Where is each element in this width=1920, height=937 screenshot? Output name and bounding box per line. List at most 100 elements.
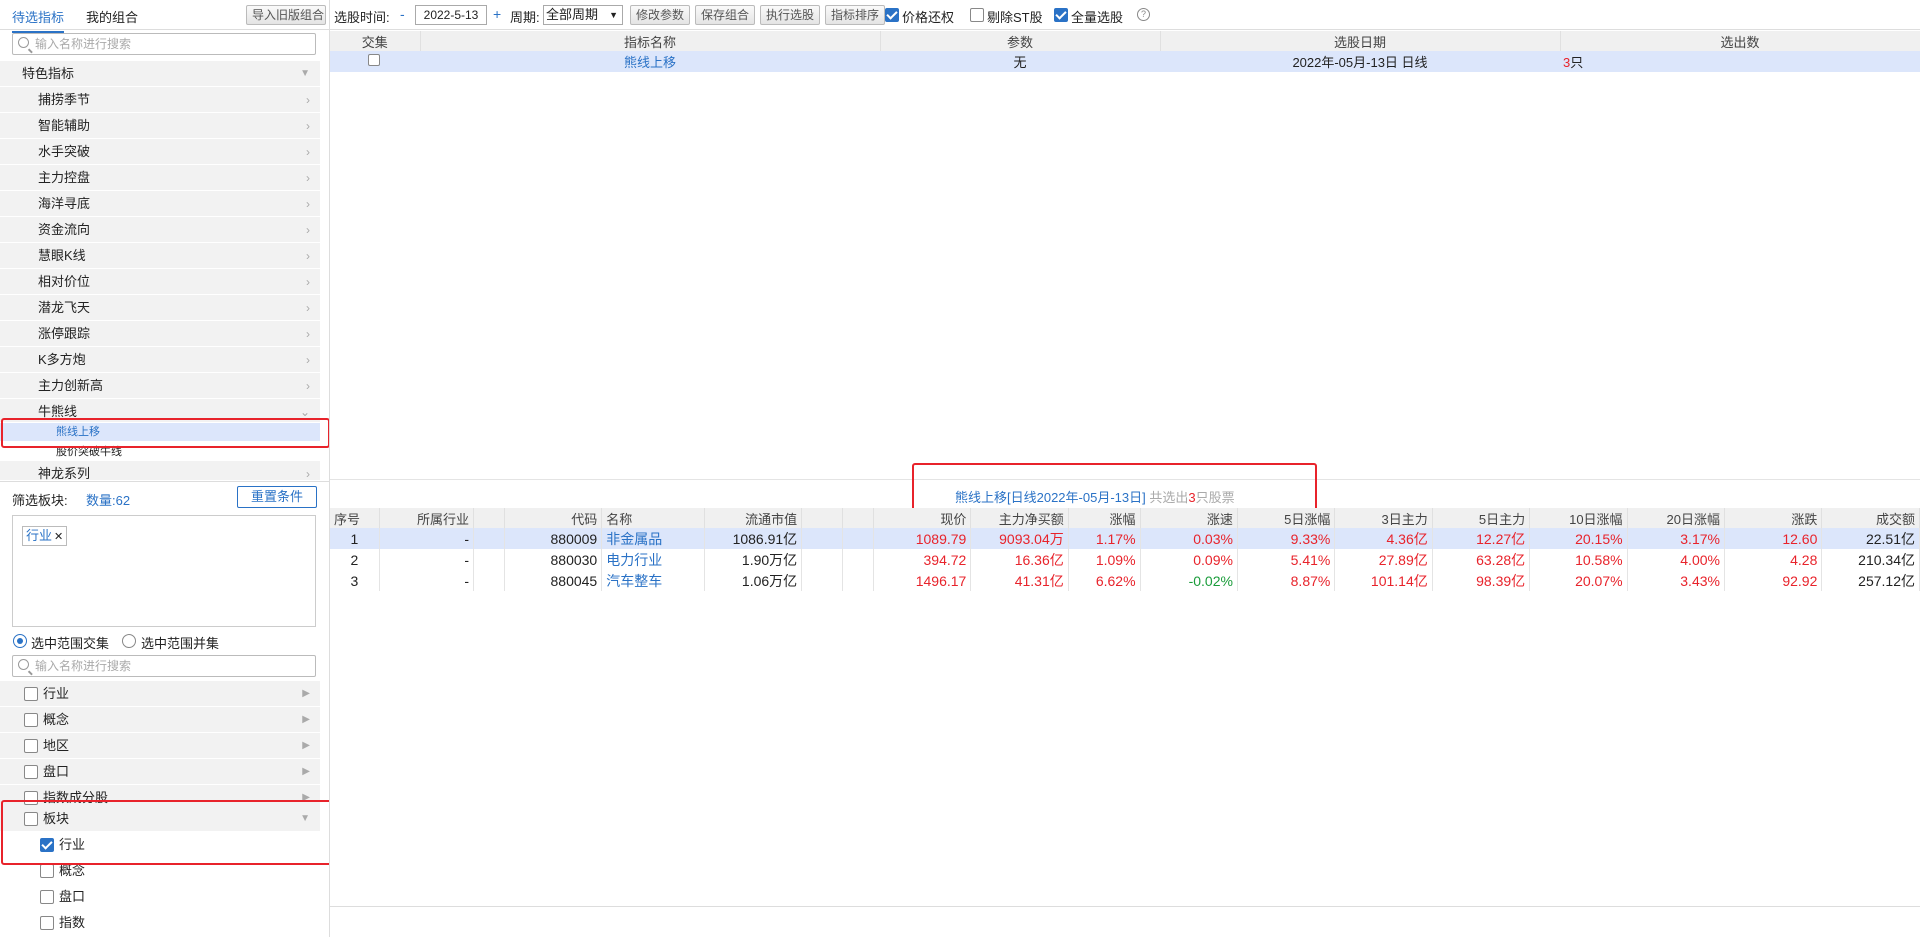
tree-item[interactable]: K多方炮 › (0, 347, 320, 373)
cell-empty (473, 528, 505, 549)
save-combo-button[interactable]: 保存组合 (695, 5, 755, 25)
board-filter-group[interactable]: 行业 ▶ (0, 681, 320, 707)
help-icon[interactable]: ? (1137, 8, 1150, 21)
tree-item[interactable]: 潜龙飞天 › (0, 295, 320, 321)
cell-net: 9093.04万 (970, 528, 1069, 549)
table-row[interactable]: 1- 880009 非金属品 1086.91亿 1089.79 9093.04万 1.17%… (330, 528, 1920, 549)
board-group-row[interactable]: 板块 ▼ (0, 806, 320, 832)
chevron-right-icon: › (306, 353, 310, 367)
sort-indicators-button[interactable]: 指标排序 (825, 5, 885, 25)
tree-item[interactable]: 牛熊线 ⌄ (0, 399, 320, 423)
board-group-checkbox[interactable] (24, 812, 38, 826)
result-header-cell[interactable]: 3日主力 (1334, 508, 1433, 528)
result-header-cell[interactable]: 5日涨幅 (1237, 508, 1336, 528)
result-header-cell[interactable]: 20日涨幅 (1627, 508, 1725, 528)
board-child-checkbox[interactable] (40, 890, 54, 904)
result-header-cell[interactable]: 代码 (504, 508, 603, 528)
indicator-header: 参数 (880, 31, 1161, 51)
result-header-cell[interactable]: 涨跌 (1724, 508, 1823, 528)
result-header-cell[interactable]: 流通市值 (704, 508, 803, 528)
indicator-search-input[interactable]: 输入名称进行搜索 (12, 33, 316, 55)
period-select[interactable]: 全部周期 ▼ (543, 5, 623, 25)
tree-item[interactable]: 相对价位 › (0, 269, 320, 295)
result-header-cell[interactable]: 涨幅 (1068, 508, 1141, 528)
result-header-cell[interactable]: 序号 (330, 508, 380, 528)
board-filter-group[interactable]: 地区 ▶ (0, 733, 320, 759)
board-child-item[interactable]: 指数 (0, 910, 320, 936)
tree-item[interactable]: 主力创新高 › (0, 373, 320, 399)
cell-code[interactable]: 880009 (504, 528, 603, 549)
result-header-cell[interactable]: 所属行业 (379, 508, 475, 528)
intersect-checkbox[interactable] (368, 54, 380, 66)
tree-item[interactable]: 慧眼K线 › (0, 243, 320, 269)
result-header-cell[interactable]: 10日涨幅 (1529, 508, 1628, 528)
full-screen-checkbox[interactable] (1054, 8, 1068, 22)
group-checkbox[interactable] (24, 687, 38, 701)
cell-code[interactable]: 880045 (504, 570, 603, 591)
reset-conditions-button[interactable]: 重置条件 (237, 486, 317, 508)
tree-item[interactable]: 水手突破 › (0, 139, 320, 165)
tree-item[interactable]: 捕捞季节 › (0, 87, 320, 113)
sub-item[interactable]: 股价突破牛线 (0, 443, 320, 461)
tree-item[interactable]: 海洋寻底 › (0, 191, 320, 217)
result-header-cell[interactable] (473, 508, 505, 528)
result-header-cell[interactable]: 成交额 (1821, 508, 1920, 528)
cell-name[interactable]: 电力行业 (601, 549, 705, 570)
price-adjust-checkbox[interactable] (885, 8, 899, 22)
indicator-name-link[interactable]: 熊线上移 (420, 51, 880, 72)
tree-item-shenlong[interactable]: 神龙系列 › (0, 461, 320, 481)
date-plus-button[interactable]: + (493, 6, 501, 22)
board-child-checkbox[interactable] (40, 864, 54, 878)
board-child-item[interactable]: 盘口 (0, 884, 320, 910)
exclude-st-label: 剔除ST股 (987, 10, 1043, 25)
board-child-checkbox[interactable] (40, 838, 54, 852)
date-input[interactable]: 2022-5-13 (415, 5, 487, 25)
modify-params-button[interactable]: 修改参数 (630, 5, 690, 25)
radio-union[interactable] (122, 634, 136, 648)
cell-name[interactable]: 非金属品 (601, 528, 705, 549)
tab-candidate-indicators[interactable]: 待选指标 (12, 7, 65, 33)
date-minus-button[interactable]: - (400, 6, 405, 22)
sub-item-selected[interactable]: 熊线上移 (0, 423, 320, 441)
radio-intersect[interactable] (13, 634, 27, 648)
result-header-cell[interactable] (801, 508, 844, 528)
run-screen-button[interactable]: 执行选股 (760, 5, 820, 25)
board-search-input[interactable]: 输入名称进行搜索 (12, 655, 316, 677)
result-header-cell[interactable]: 现价 (873, 508, 972, 528)
tree-item[interactable]: 涨停跟踪 › (0, 321, 320, 347)
result-header-cell[interactable] (842, 508, 874, 528)
tree-group-special[interactable]: 特色指标 ▼ (0, 61, 320, 87)
result-header-cell[interactable]: 主力净买额 (970, 508, 1069, 528)
caret-down-icon: ▼ (300, 68, 310, 79)
exclude-st-checkbox[interactable] (970, 8, 984, 22)
group-checkbox[interactable] (24, 739, 38, 753)
result-header-cell[interactable]: 名称 (601, 508, 705, 528)
table-row[interactable]: 2- 880030 电力行业 1.90万亿 394.72 16.36亿 1.09% 0.09%… (330, 549, 1920, 570)
board-child-checkbox[interactable] (40, 916, 54, 930)
result-header-cell[interactable]: 涨速 (1140, 508, 1238, 528)
board-child-item[interactable]: 概念 (0, 858, 320, 884)
board-child-item[interactable]: 行业 (0, 832, 320, 858)
group-checkbox[interactable] (24, 713, 38, 727)
cell-main5: 12.27亿 (1432, 528, 1531, 549)
result-header-cell[interactable]: 5日主力 (1432, 508, 1531, 528)
result-title-link[interactable]: 熊线上移[日线2022年-05月-13日] (955, 490, 1146, 505)
close-icon[interactable]: ✕ (54, 531, 63, 543)
board-filter-group[interactable]: 概念 ▶ (0, 707, 320, 733)
cell-name[interactable]: 汽车整车 (601, 570, 705, 591)
board-filter-group[interactable]: 盘口 ▶ (0, 759, 320, 785)
cell-code[interactable]: 880030 (504, 549, 603, 570)
group-checkbox[interactable] (24, 765, 38, 779)
group-checkbox[interactable] (24, 791, 38, 805)
result-count: 3 (1188, 490, 1196, 505)
tree-item[interactable]: 资金流向 › (0, 217, 320, 243)
indicator-date: 2022年-05月-13日 日线 (1292, 55, 1428, 70)
tree-item[interactable]: 主力控盘 › (0, 165, 320, 191)
sub-item-label: 熊线上移 (56, 426, 100, 438)
tab-my-combos[interactable]: 我的组合 (86, 7, 138, 26)
import-old-combo-button[interactable]: 导入旧版组合 (246, 5, 326, 25)
tree-item[interactable]: 智能辅助 › (0, 113, 320, 139)
table-row[interactable]: 3- 880045 汽车整车 1.06万亿 1496.17 41.31亿 6.62% -0.0… (330, 570, 1920, 591)
chevron-right-icon: › (306, 327, 310, 341)
indicator-row[interactable]: 熊线上移 无 2022年-05月-13日 日线 3只 (330, 51, 1920, 72)
